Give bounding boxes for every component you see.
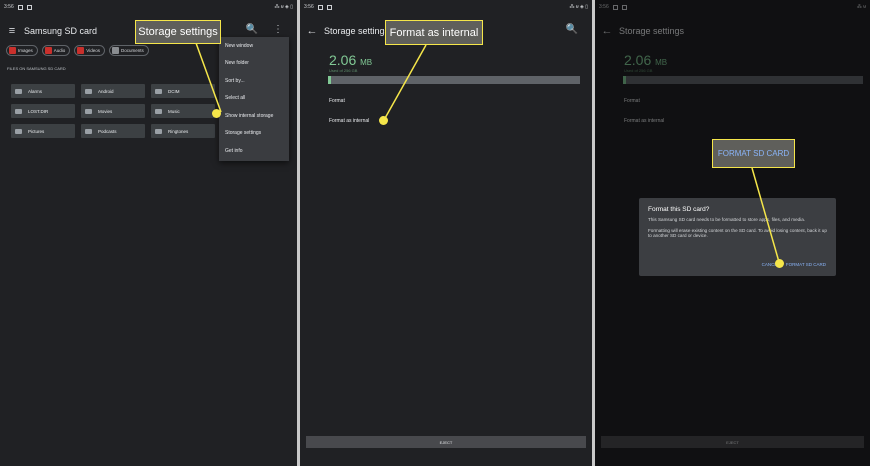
dialog-title: Format this SD card?	[648, 206, 710, 213]
back-arrow-icon[interactable]: ←	[300, 25, 324, 37]
callout-format-sd-card: FORMAT SD CARD	[712, 139, 795, 168]
folder-item[interactable]: Podcasts	[81, 124, 145, 138]
folder-label: Podcasts	[98, 128, 117, 134]
status-icons: ⁂ ᵾ ◈ ▯	[274, 4, 294, 10]
section-label: FILES ON SAMSUNG SD CARD	[7, 66, 66, 71]
folder-item[interactable]: Movies	[81, 104, 145, 118]
used-storage-caption: Used of 256 GB	[329, 68, 358, 73]
folder-icon	[155, 128, 162, 134]
folder-item[interactable]: Android	[81, 84, 145, 98]
format-as-internal-item[interactable]: Format as internal	[329, 118, 369, 124]
storage-progress-bar	[328, 76, 580, 84]
dialog-body-2: Formatting will erase existing content o…	[648, 227, 827, 239]
menu-item-sort-by[interactable]: Sort by...	[219, 72, 289, 90]
chip-label: Videos	[86, 48, 100, 53]
audio-icon	[44, 47, 52, 54]
callout-format-as-internal: Format as internal	[385, 20, 483, 45]
menu-item-get-info[interactable]: Get info	[219, 142, 289, 160]
status-bar: 3:56 ⁂ ᵾ ◈ ▯	[0, 0, 297, 14]
status-time: 3:56	[304, 4, 314, 10]
search-and-overflow-icon[interactable]: 🔍 ⋮	[246, 24, 289, 35]
folder-item[interactable]: Alarms	[11, 84, 75, 98]
folder-icon	[15, 128, 22, 134]
format-dialog-panel: 3:56 ⁂ ᵾ ← Storage settings 2.06 MB Used…	[595, 0, 870, 466]
files-app-panel: 3:56 ⁂ ᵾ ◈ ▯ ≡ Samsung SD card 🔍 ⋮ Image…	[0, 0, 297, 466]
folder-label: Android	[98, 88, 114, 94]
format-item[interactable]: Format	[329, 98, 345, 104]
chip-videos[interactable]: Videos	[74, 45, 105, 56]
folder-label: Music	[168, 108, 180, 114]
menu-item-show-internal-storage[interactable]: Show internal storage	[219, 107, 289, 125]
highlight-dot	[775, 259, 784, 268]
folder-icon	[155, 88, 162, 94]
folder-label: Alarms	[28, 88, 43, 94]
page-title: Storage settings	[324, 26, 390, 36]
folder-label: LOST.DIR	[28, 108, 49, 114]
menu-item-new-folder[interactable]: New folder	[219, 55, 289, 73]
size-unit: MB	[360, 58, 373, 67]
highlight-dot	[379, 116, 388, 125]
settings-icon	[26, 4, 32, 10]
folder-icon	[85, 108, 92, 114]
eject-button[interactable]: EJECT	[306, 436, 586, 448]
folder-item[interactable]: Music	[151, 104, 215, 118]
notification-icon	[17, 4, 23, 10]
used-storage-value: 2.06 MB	[329, 52, 372, 68]
chip-label: Audio	[53, 48, 66, 53]
dialog-actions: CANCEL FORMAT SD CARD	[762, 262, 826, 267]
folder-item[interactable]: LOST.DIR	[11, 104, 75, 118]
size-number: 2.06	[329, 52, 357, 68]
menu-item-new-window[interactable]: New window	[219, 37, 289, 55]
menu-item-storage-settings[interactable]: Storage settings	[219, 125, 289, 143]
folder-icon	[85, 88, 92, 94]
folder-item[interactable]: DCIM	[151, 84, 215, 98]
settings-icon	[326, 4, 332, 10]
folder-label: Movies	[98, 108, 113, 114]
tutorial-composite: 3:56 ⁂ ᵾ ◈ ▯ ≡ Samsung SD card 🔍 ⋮ Image…	[0, 0, 870, 466]
chip-label: Documents	[120, 48, 144, 53]
folder-icon	[155, 108, 162, 114]
highlight-dot	[212, 109, 221, 118]
folder-icon	[85, 128, 92, 134]
folder-label: Ringtones	[168, 128, 189, 134]
storage-settings-panel: 3:56 ⁂ ᵾ ◈ ▯ ← Storage settings 🔍 2.06 M…	[300, 0, 592, 466]
search-icon[interactable]: 🔍	[566, 24, 584, 35]
folder-item[interactable]: Ringtones	[151, 124, 215, 138]
format-sd-card-button[interactable]: FORMAT SD CARD	[786, 262, 826, 267]
chip-audio[interactable]: Audio	[41, 45, 71, 56]
folder-label: DCIM	[168, 88, 180, 94]
status-bar: 3:56 ⁂ ᵾ ◈ ▯	[300, 0, 592, 14]
menu-icon[interactable]: ≡	[0, 25, 24, 37]
page-title: Samsung SD card	[24, 26, 98, 36]
storage-progress-fill	[328, 76, 331, 84]
chip-label: Images	[18, 48, 33, 53]
chip-images[interactable]: Images	[6, 45, 38, 56]
folder-icon	[15, 108, 22, 114]
notification-icon	[317, 4, 323, 10]
folder-grid: Alarms Android DCIM LOST.DIR Movies Musi…	[11, 84, 215, 138]
format-dialog: Format this SD card? This Samsung SD car…	[639, 198, 836, 276]
filter-chips: Images Audio Videos Documents	[6, 45, 149, 56]
video-icon	[77, 47, 85, 54]
status-time: 3:56	[4, 4, 14, 10]
folder-label: Pictures	[28, 128, 45, 134]
dialog-body-1: This Samsung SD card needs to be formatt…	[648, 217, 806, 222]
overflow-menu: New window New folder Sort by... Select …	[219, 37, 289, 161]
menu-item-select-all[interactable]: Select all	[219, 90, 289, 108]
folder-icon	[15, 88, 22, 94]
folder-item[interactable]: Pictures	[11, 124, 75, 138]
callout-storage-settings: Storage settings	[135, 20, 221, 44]
chip-documents[interactable]: Documents	[108, 45, 149, 56]
status-icons: ⁂ ᵾ ◈ ▯	[569, 4, 589, 10]
image-icon	[9, 47, 16, 54]
document-icon	[111, 47, 119, 54]
